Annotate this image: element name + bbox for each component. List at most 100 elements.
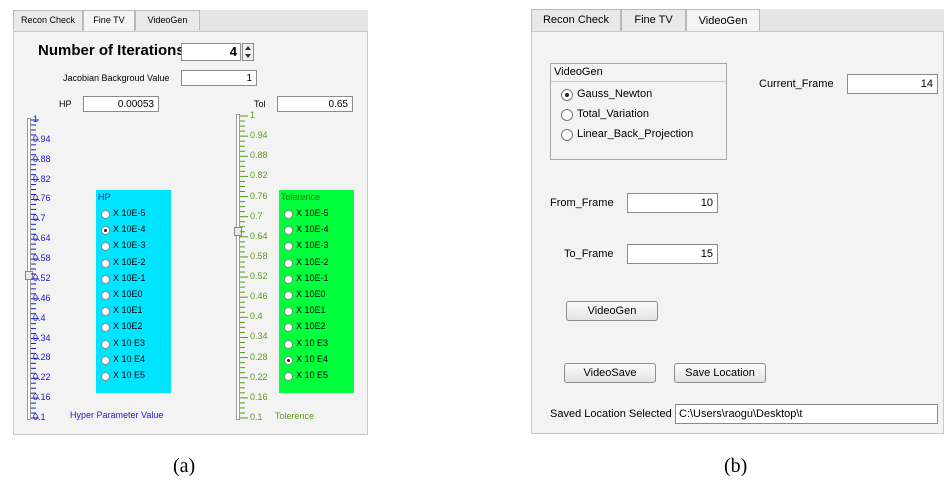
iterations-spinner[interactable] — [242, 43, 254, 61]
slider-tick-label: 0.7 — [33, 213, 46, 224]
slider-tick-label: 0.58 — [33, 253, 51, 264]
hp-group-title: HP — [98, 192, 111, 202]
hp-radio-group: HP X 10E-5 X 10E-4 X 10E-3 X 10E-2 X 10E-1 X … — [96, 190, 171, 393]
hp-option-label: X 10E-5 — [113, 208, 146, 218]
hp-option-label: X 10E-2 — [113, 256, 146, 267]
hp-radio[interactable] — [101, 274, 110, 284]
from-frame-field[interactable]: 10 — [627, 193, 718, 213]
slider-tick-label: 0.64 — [33, 233, 51, 244]
slider-tick-label: 0.52 — [250, 271, 268, 282]
tol-field[interactable]: 0.65 — [277, 96, 353, 112]
current-frame-field[interactable]: 14 — [847, 74, 938, 94]
group-title-rule — [551, 81, 726, 82]
tol-radio-group: Tolerence X 10E-5 X 10E-4 X 10E-3 X 10E-2 X … — [279, 190, 354, 393]
hp-radio[interactable] — [101, 355, 110, 365]
slider-tick-label: 0.28 — [250, 351, 268, 362]
tol-radio[interactable] — [284, 307, 293, 317]
tol-option-label: X 10 E5 — [296, 370, 329, 380]
tab-videogen[interactable]: VideoGen — [135, 10, 200, 30]
hp-radio[interactable] — [101, 339, 110, 349]
to-frame-label: To_Frame — [564, 248, 614, 260]
tab-recon-check-b[interactable]: Recon Check — [531, 9, 621, 31]
method-radio[interactable] — [561, 129, 573, 141]
panel-a: Recon Check Fine TV VideoGen Number of I… — [13, 10, 368, 435]
slider-tick-label: 0.1 — [250, 412, 263, 422]
hp-option-label: X 10E-1 — [113, 272, 146, 283]
tol-radio[interactable] — [284, 291, 293, 300]
tol-radio[interactable] — [284, 274, 293, 284]
hp-option-label: X 10E-4 — [113, 224, 146, 235]
tol-option-label: X 10E2 — [296, 321, 326, 332]
slider-tick-label: 0.64 — [250, 230, 268, 241]
tol-option-label: X 10E-5 — [296, 208, 329, 218]
hp-field[interactable]: 0.00053 — [83, 96, 159, 112]
tab-fine-tv[interactable]: Fine TV — [83, 10, 135, 32]
slider-tick-label: 0.22 — [33, 372, 51, 383]
tab-recon-check[interactable]: Recon Check — [13, 10, 83, 30]
hp-radio[interactable] — [101, 242, 110, 252]
hp-radio[interactable] — [101, 210, 110, 219]
hp-option-label: X 10 E3 — [113, 337, 146, 348]
tol-group-title: Tolerence — [281, 192, 321, 202]
to-frame-field[interactable]: 15 — [627, 244, 718, 264]
method-option-label: Linear_Back_Projection — [577, 128, 694, 140]
slider-tick-label: 0.34 — [250, 331, 268, 342]
tab-fine-tv-b[interactable]: Fine TV — [621, 9, 686, 31]
videogen-button[interactable]: VideoGen — [566, 301, 658, 321]
caption-b: (b) — [724, 455, 748, 477]
slider-tick-label: 0.88 — [33, 153, 51, 164]
method-option-label: Total_Variation — [577, 108, 649, 120]
slider-tick-label: 1 — [250, 110, 256, 120]
hp-radio[interactable] — [101, 372, 110, 381]
tol-radio[interactable] — [284, 355, 293, 365]
tol-option-label: X 10E-4 — [296, 224, 329, 235]
hp-option-label: X 10E0 — [113, 289, 143, 299]
slider-tick-label: 0.46 — [33, 292, 51, 303]
hp-radio[interactable] — [101, 291, 110, 300]
hp-label: HP — [59, 99, 72, 109]
method-radio[interactable] — [561, 89, 573, 101]
tol-radio[interactable] — [284, 242, 293, 252]
slider-tick-label: 0.76 — [250, 190, 268, 201]
tab-videogen-b[interactable]: VideoGen — [686, 9, 760, 33]
hp-radio[interactable] — [101, 226, 110, 236]
jacobian-label: Jacobian Backgroud Value — [63, 73, 170, 83]
videogen-method-group: VideoGen Gauss_Newton Total_Variation Line… — [550, 63, 727, 160]
hp-radio[interactable] — [101, 307, 110, 317]
slider-tick-label: 0.46 — [250, 291, 268, 302]
tol-label: Tol — [254, 99, 266, 109]
tol-option-label: X 10E-2 — [296, 256, 329, 267]
slider-tick-label: 0.52 — [33, 272, 51, 283]
slider-tick-label: 0.34 — [33, 332, 51, 343]
tol-option-label: X 10E-1 — [296, 272, 329, 283]
saved-location-field[interactable]: C:\Users\raogu\Desktop\t — [675, 404, 938, 424]
hp-option-label: X 10 E5 — [113, 370, 146, 380]
tol-radio[interactable] — [284, 372, 293, 381]
jacobian-field[interactable]: 1 — [181, 70, 257, 86]
hp-radio[interactable] — [101, 323, 110, 333]
method-option-label: Gauss_Newton — [577, 88, 653, 100]
videosave-button[interactable]: VideoSave — [564, 363, 656, 383]
hp-option-label: X 10E2 — [113, 321, 143, 332]
iterations-label: Number of Iterations — [38, 42, 185, 59]
tol-radio[interactable] — [284, 323, 293, 333]
iterations-field[interactable]: 4 — [181, 43, 241, 61]
tol-radio[interactable] — [284, 210, 293, 219]
slider-tick-label: 1 — [33, 114, 39, 124]
tol-option-label: X 10E-3 — [296, 240, 329, 251]
tol-radio[interactable] — [284, 258, 293, 268]
hp-option-label: X 10 E4 — [113, 353, 146, 364]
hp-footer: Hyper Parameter Value — [70, 410, 164, 420]
tol-footer: Tolerence — [275, 411, 315, 421]
saved-location-label: Saved Location Selected — [550, 408, 672, 420]
method-radio[interactable] — [561, 109, 573, 121]
tol-option-label: X 10E1 — [296, 305, 326, 316]
save-location-button[interactable]: Save Location — [674, 363, 766, 383]
tol-radio[interactable] — [284, 226, 293, 236]
slider-tick-label: 0.1 — [33, 412, 46, 422]
hp-radio[interactable] — [101, 258, 110, 268]
slider-tick-label: 0.4 — [250, 311, 263, 322]
from-frame-label: From_Frame — [550, 197, 614, 209]
tol-radio[interactable] — [284, 339, 293, 349]
current-frame-label: Current_Frame — [759, 78, 834, 90]
